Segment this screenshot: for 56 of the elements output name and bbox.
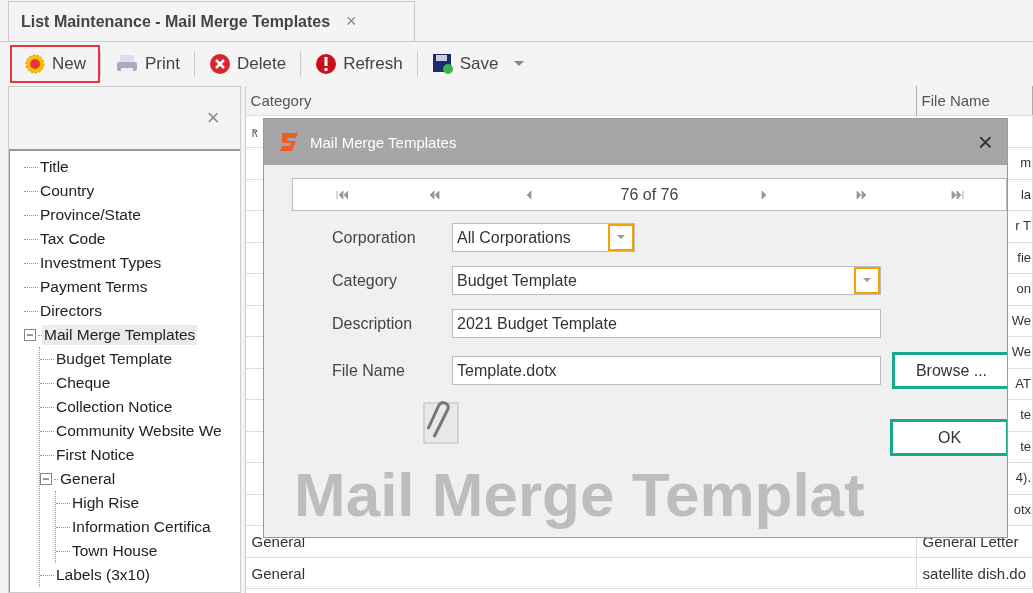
caret-icon (617, 235, 625, 240)
tree-item[interactable]: Payment Terms (38, 277, 150, 297)
caret-icon (863, 278, 871, 283)
sun-icon (24, 53, 46, 75)
tree-item[interactable]: Mail Merge Templates (42, 325, 198, 345)
tree-item[interactable]: Cheque (54, 373, 113, 393)
toolbar-button[interactable]: Print (101, 45, 194, 83)
dropdown-button[interactable] (608, 224, 634, 251)
tree-item[interactable]: Province/State (38, 205, 143, 225)
field-label: Corporation (332, 228, 417, 247)
tree-item[interactable]: Budget Template (54, 349, 175, 369)
column-header[interactable]: File Name (916, 86, 1033, 115)
delete-icon (209, 53, 231, 75)
tab-title: List Maintenance - Mail Merge Templates (21, 12, 331, 31)
field-label: File Name (332, 361, 406, 380)
filter-icon[interactable] (251, 129, 258, 137)
document-tab[interactable]: List Maintenance - Mail Merge Templates × (8, 1, 415, 41)
field-label: Description (332, 314, 414, 333)
column-header[interactable]: Category (245, 86, 917, 115)
browse-button[interactable]: Browse ... (892, 352, 1007, 389)
table-cell: satellite dish.do (916, 557, 1033, 589)
tree-item[interactable]: Town House (70, 541, 160, 561)
dropdown-field[interactable]: All Corporations (452, 223, 635, 252)
toolbar-button[interactable]: New (10, 45, 100, 83)
collapse-icon[interactable] (40, 473, 52, 485)
collapse-icon[interactable] (24, 329, 36, 341)
tree-item[interactable]: Tax Code (38, 229, 108, 249)
logo-icon (278, 131, 300, 153)
dropdown-button[interactable] (854, 267, 880, 294)
toolbar-button[interactable]: Save (417, 45, 539, 83)
tree-item[interactable]: High Rise (70, 493, 142, 513)
record-position: 76 of 76 (620, 185, 679, 204)
field-label: Category (332, 271, 398, 290)
table-cell: General (245, 557, 917, 589)
tree-item[interactable]: First Notice (54, 445, 137, 465)
exclamation-icon (315, 53, 338, 75)
printer-icon (115, 53, 139, 75)
nav-arrow-icon[interactable] (333, 189, 348, 200)
tree-item[interactable]: Labels (3x10) (54, 565, 152, 585)
input-field[interactable]: 2021 Budget Template (452, 309, 881, 338)
toolbar-button[interactable]: Refresh (301, 45, 417, 83)
tree-item[interactable]: Title (38, 157, 71, 177)
ok-button[interactable]: OK (890, 419, 1007, 456)
tree-item[interactable]: Information Certifica (70, 517, 213, 537)
tree-item[interactable]: Community Website We (54, 421, 224, 441)
tree-item[interactable]: Country (38, 181, 97, 201)
toolbar-button[interactable]: Delete (195, 45, 301, 83)
dropdown-field[interactable]: Budget Template (452, 266, 881, 295)
dialog-title: Mail Merge Templates (310, 133, 458, 151)
paperclip-icon (420, 399, 462, 445)
tree-item[interactable]: General (58, 469, 118, 489)
nav-arrow-icon[interactable] (951, 189, 966, 200)
tree-item[interactable]: Collection Notice (54, 397, 175, 417)
tree-item[interactable]: Directors (38, 301, 104, 321)
input-field[interactable]: Template.dotx (452, 356, 881, 385)
tree-item[interactable]: Investment Types (38, 253, 164, 273)
